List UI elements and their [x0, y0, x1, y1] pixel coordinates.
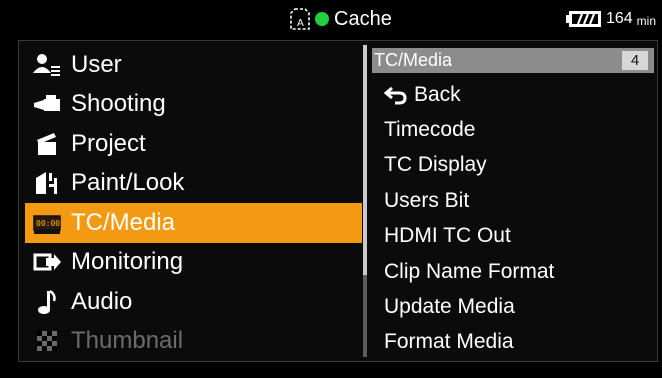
submenu-item-label: HDMI TC Out: [384, 224, 511, 248]
menu-item-label: Project: [71, 129, 146, 157]
menu-item-tc-media[interactable]: 00:00 TC/Media: [25, 203, 362, 243]
svg-text:A: A: [297, 18, 304, 29]
status-bar: A Cache 164 min: [0, 0, 662, 38]
submenu-header: TC/Media 4: [372, 48, 654, 73]
battery-unit: min: [636, 13, 656, 28]
submenu-item-label: Users Bit: [384, 188, 470, 212]
menu-item-monitoring[interactable]: Monitoring: [25, 243, 362, 283]
battery-minutes: 164: [605, 10, 633, 27]
submenu-item-users-bit[interactable]: Users Bit: [384, 183, 654, 218]
submenu-item-label: Update Media: [384, 295, 515, 319]
media-card-icon: A: [290, 8, 310, 30]
submenu-item-label: Format Media: [384, 330, 514, 354]
menu-item-thumbnail[interactable]: Thumbnail: [25, 322, 362, 362]
menu-item-paint-look[interactable]: Paint/Look: [25, 164, 362, 204]
menu-item-user[interactable]: User: [25, 45, 362, 85]
submenu-item-timecode[interactable]: Timecode: [384, 112, 654, 147]
menu-item-audio[interactable]: Audio: [25, 282, 362, 322]
user-icon: [29, 51, 65, 79]
menu-item-label: Thumbnail: [71, 327, 184, 355]
main-menu-list: User Shooting Project Paint/Look 00:00 T…: [25, 45, 362, 361]
submenu-list: Back Timecode TC Display Users Bit HDMI …: [384, 77, 654, 360]
submenu-item-label: Back: [414, 82, 461, 106]
submenu-item-format-media[interactable]: Format Media: [384, 325, 654, 360]
timecode-icon: 00:00: [29, 209, 65, 237]
menu-panel: User Shooting Project Paint/Look 00:00 T…: [18, 40, 658, 362]
menu-scrollbar-thumb[interactable]: [363, 45, 367, 275]
menu-item-label: TC/Media: [71, 208, 176, 236]
menu-item-label: User: [71, 50, 122, 78]
menu-item-label: Shooting: [71, 90, 166, 118]
camera-icon: [29, 90, 65, 118]
svg-text:00:00: 00:00: [36, 219, 60, 228]
thumbnail-icon: [29, 327, 65, 355]
media-label: Cache: [334, 7, 392, 30]
battery-status: 164 min: [565, 9, 656, 29]
record-ready-indicator: [315, 12, 329, 26]
submenu-item-back[interactable]: Back: [384, 77, 654, 112]
submenu-item-update-media[interactable]: Update Media: [384, 289, 654, 324]
battery-icon: [565, 11, 601, 27]
submenu-item-hdmi-tc-out[interactable]: HDMI TC Out: [384, 219, 654, 254]
submenu-item-label: TC Display: [384, 153, 487, 177]
music-note-icon: [29, 288, 65, 316]
submenu-item-label: Clip Name Format: [384, 259, 555, 283]
paint-icon: [29, 169, 65, 197]
menu-item-project[interactable]: Project: [25, 124, 362, 164]
submenu-item-label: Timecode: [384, 118, 476, 142]
menu-item-label: Audio: [71, 287, 133, 315]
menu-scrollbar[interactable]: [363, 45, 367, 357]
page-number-badge: 4: [622, 51, 648, 70]
media-status: A Cache: [290, 6, 392, 32]
clapper-icon: [29, 130, 65, 158]
menu-item-label: Paint/Look: [71, 169, 185, 197]
menu-item-shooting[interactable]: Shooting: [25, 85, 362, 125]
submenu-title: TC/Media: [374, 50, 453, 70]
back-arrow-icon: [384, 86, 407, 105]
menu-item-label: Monitoring: [71, 248, 184, 276]
monitor-out-icon: [29, 248, 65, 276]
submenu-item-clip-name-format[interactable]: Clip Name Format: [384, 254, 654, 289]
submenu-item-tc-display[interactable]: TC Display: [384, 148, 654, 183]
